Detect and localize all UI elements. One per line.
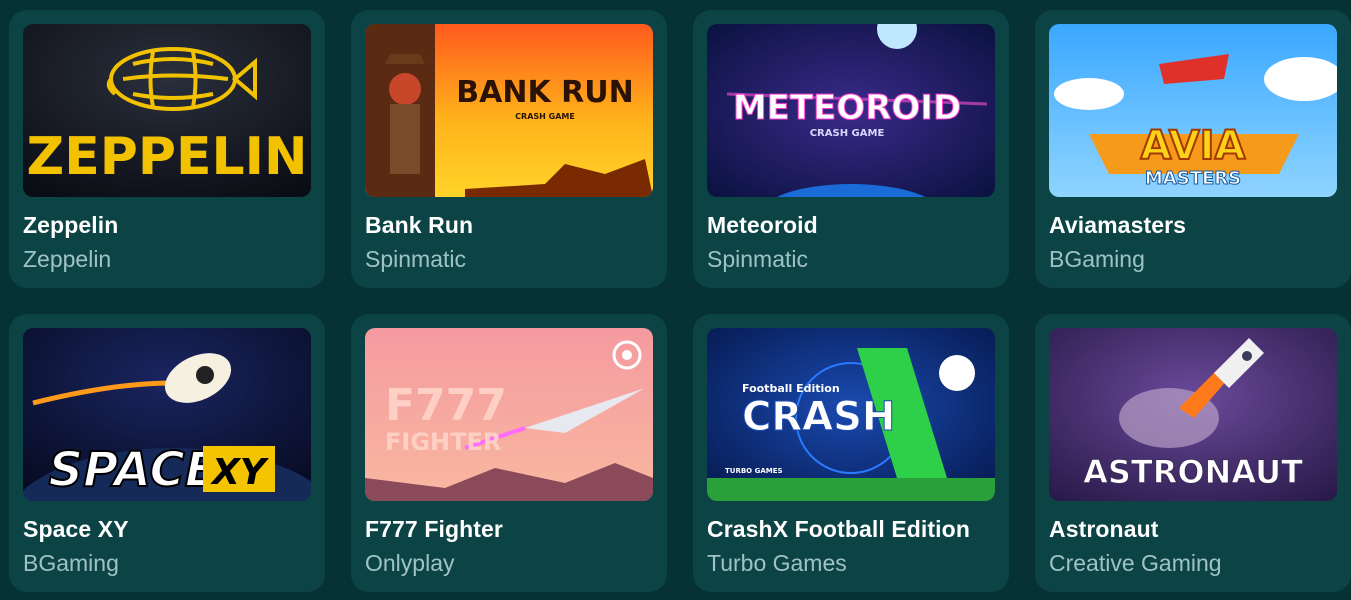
- svg-text:MASTERS: MASTERS: [1145, 168, 1241, 189]
- game-title[interactable]: F777 Fighter: [365, 515, 653, 543]
- svg-text:TURBO GAMES: TURBO GAMES: [725, 467, 783, 475]
- game-thumbnail[interactable]: Football Edition CRASH TURBO GAMES: [707, 328, 995, 501]
- svg-text:ZEPPELIN: ZEPPELIN: [27, 127, 308, 187]
- zeppelin-artwork: ZEPPELIN: [23, 24, 311, 197]
- svg-text:XY: XY: [210, 452, 270, 493]
- space-xy-artwork: SPACE XY: [23, 328, 311, 501]
- game-card-zeppelin[interactable]: ZEPPELIN Zeppelin Zeppelin: [9, 10, 325, 288]
- game-card-crashx-football-edition[interactable]: Football Edition CRASH TURBO GAMES Crash…: [693, 314, 1009, 592]
- game-thumbnail[interactable]: METEOROID CRASH GAME: [707, 24, 995, 197]
- game-provider: Turbo Games: [707, 550, 847, 576]
- game-thumbnail[interactable]: SPACE XY: [23, 328, 311, 501]
- game-card-f777-fighter[interactable]: F777 FIGHTER F777 Fighter Onlyplay: [351, 314, 667, 592]
- aviamasters-artwork: AVIA MASTERS: [1049, 24, 1337, 197]
- game-title[interactable]: Space XY: [23, 515, 311, 543]
- svg-text:FIGHTER: FIGHTER: [385, 428, 501, 456]
- crashx-artwork: Football Edition CRASH TURBO GAMES: [707, 328, 995, 501]
- game-title[interactable]: Zeppelin: [23, 211, 311, 239]
- svg-text:CRASH GAME: CRASH GAME: [515, 112, 575, 121]
- game-provider: Onlyplay: [365, 550, 455, 576]
- game-provider: Spinmatic: [365, 246, 466, 272]
- game-title[interactable]: Meteoroid: [707, 211, 995, 239]
- game-card-bank-run[interactable]: BANK RUN CRASH GAME Bank Run Spinmatic: [351, 10, 667, 288]
- game-title[interactable]: Astronaut: [1049, 515, 1337, 543]
- svg-text:CRASH GAME: CRASH GAME: [810, 128, 885, 139]
- svg-text:BANK RUN: BANK RUN: [456, 75, 633, 110]
- game-provider: Zeppelin: [23, 246, 112, 272]
- game-provider: BGaming: [1049, 246, 1145, 272]
- game-card-meteoroid[interactable]: METEOROID CRASH GAME Meteoroid Spinmatic: [693, 10, 1009, 288]
- svg-text:ASTRONAUT: ASTRONAUT: [1083, 453, 1303, 491]
- svg-text:SPACE: SPACE: [48, 442, 217, 498]
- game-thumbnail[interactable]: BANK RUN CRASH GAME: [365, 24, 653, 197]
- game-provider: Creative Gaming: [1049, 550, 1222, 576]
- game-card-aviamasters[interactable]: AVIA MASTERS Aviamasters BGaming: [1035, 10, 1351, 288]
- svg-text:F777: F777: [385, 380, 507, 431]
- game-thumbnail[interactable]: ASTRONAUT: [1049, 328, 1337, 501]
- game-title[interactable]: Aviamasters: [1049, 211, 1337, 239]
- game-title[interactable]: Bank Run: [365, 211, 653, 239]
- svg-text:METEOROID: METEOROID: [733, 88, 961, 128]
- game-thumbnail[interactable]: AVIA MASTERS: [1049, 24, 1337, 197]
- game-card-astronaut[interactable]: ASTRONAUT Astronaut Creative Gaming: [1035, 314, 1351, 592]
- svg-text:CRASH: CRASH: [742, 394, 895, 440]
- games-grid: ZEPPELIN Zeppelin Zeppelin BANK RUN CRAS…: [0, 0, 1351, 600]
- astronaut-artwork: ASTRONAUT: [1049, 328, 1337, 501]
- game-card-space-xy[interactable]: SPACE XY Space XY BGaming: [9, 314, 325, 592]
- game-provider: BGaming: [23, 550, 119, 576]
- bank-run-artwork: BANK RUN CRASH GAME: [365, 24, 653, 197]
- game-provider: Spinmatic: [707, 246, 808, 272]
- meteoroid-artwork: METEOROID CRASH GAME: [707, 24, 995, 197]
- game-thumbnail[interactable]: ZEPPELIN: [23, 24, 311, 197]
- svg-text:AVIA: AVIA: [1140, 123, 1245, 169]
- game-title[interactable]: CrashX Football Edition: [707, 515, 995, 543]
- f777-fighter-artwork: F777 FIGHTER: [365, 328, 653, 501]
- game-thumbnail[interactable]: F777 FIGHTER: [365, 328, 653, 501]
